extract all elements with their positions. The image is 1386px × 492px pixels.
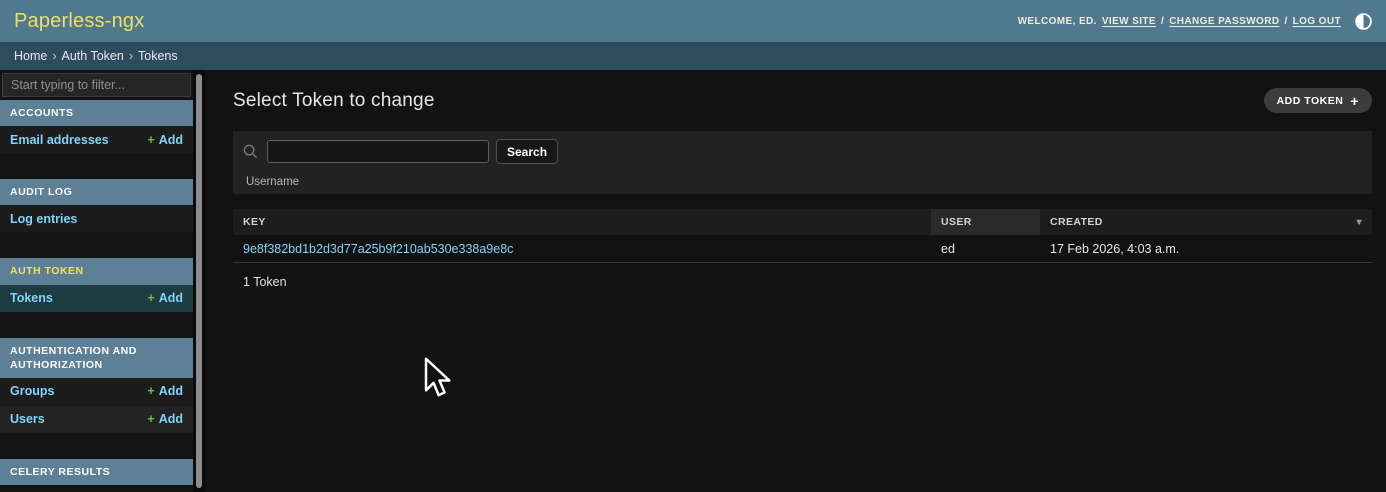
sidebar-section-accounts: ACCOUNTS Email addresses +Add (0, 100, 193, 154)
view-site-link[interactable]: VIEW SITE (1102, 16, 1156, 27)
sidebar-section-authentication: AUTHENTICATION AND AUTHORIZATION Groups … (0, 338, 193, 434)
column-header-key[interactable]: KEY (233, 209, 931, 235)
scrollbar-thumb[interactable] (196, 74, 202, 488)
user-tools: WELCOME, ED. VIEW SITE / CHANGE PASSWORD… (1018, 12, 1372, 30)
sort-caret-icon[interactable]: ▾ (1357, 217, 1362, 228)
sidebar-item-users[interactable]: Users +Add (0, 406, 193, 434)
breadcrumb-auth-token[interactable]: Auth Token (62, 49, 124, 63)
token-key-link[interactable]: 9e8f382bd1b2d3d77a25b9f210ab530e338a9e8c (243, 242, 513, 256)
section-header-auth-token: AUTH TOKEN (0, 258, 193, 284)
page-title: Select Token to change (233, 90, 435, 112)
sidebar-section-auth-token: AUTH TOKEN Tokens +Add (0, 258, 193, 312)
search-icon (243, 144, 258, 159)
plus-icon: + (1350, 94, 1359, 108)
add-email-address-link[interactable]: +Add (147, 133, 183, 147)
plus-icon: + (147, 291, 154, 305)
plus-icon: + (147, 133, 154, 147)
table-header-row: KEY USER CREATED ▾ (233, 209, 1372, 235)
sidebar-section-celery-results: CELERY RESULTS (0, 459, 193, 485)
sidebar-section-audit-log: AUDIT LOG Log entries (0, 179, 193, 233)
sidebar-item-tokens[interactable]: Tokens +Add (0, 285, 193, 313)
log-out-link[interactable]: LOG OUT (1293, 16, 1341, 27)
sidebar-filter-input[interactable] (2, 73, 191, 97)
section-header-accounts: ACCOUNTS (0, 100, 193, 126)
tokens-link[interactable]: Tokens (10, 291, 53, 305)
breadcrumb-home[interactable]: Home (14, 49, 47, 63)
sidebar-scrollbar[interactable] (193, 70, 205, 492)
cell-created: 17 Feb 2026, 4:03 a.m. (1040, 235, 1372, 262)
change-password-link[interactable]: CHANGE PASSWORD (1169, 16, 1279, 27)
add-user-link[interactable]: +Add (147, 412, 183, 426)
brand-link[interactable]: Paperless-ngx (14, 10, 144, 33)
sidebar-item-email-addresses[interactable]: Email addresses +Add (0, 126, 193, 154)
add-token-link[interactable]: +Add (147, 291, 183, 305)
main-content: Select Token to change ADD TOKEN + Searc… (205, 70, 1386, 492)
column-header-user[interactable]: USER (931, 209, 1040, 235)
sidebar-item-groups[interactable]: Groups +Add (0, 378, 193, 406)
column-header-created[interactable]: CREATED ▾ (1040, 209, 1372, 235)
cell-user: ed (931, 235, 1040, 262)
search-button[interactable]: Search (496, 139, 558, 164)
groups-link[interactable]: Groups (10, 384, 54, 398)
breadcrumb-current: Tokens (138, 49, 178, 63)
breadcrumb-separator: › (129, 49, 133, 63)
top-header: Paperless-ngx WELCOME, ED. VIEW SITE / C… (0, 0, 1386, 42)
result-count: 1 Token (233, 263, 1372, 289)
users-link[interactable]: Users (10, 412, 45, 426)
add-group-link[interactable]: +Add (147, 384, 183, 398)
separator: / (1161, 16, 1164, 27)
section-header-celery-results: CELERY RESULTS (0, 459, 193, 485)
cell-key: 9e8f382bd1b2d3d77a25b9f210ab530e338a9e8c (233, 235, 931, 262)
sidebar: ACCOUNTS Email addresses +Add AUDIT LOG … (0, 70, 193, 492)
plus-icon: + (147, 412, 154, 426)
welcome-text: WELCOME, ED. (1018, 16, 1097, 27)
breadcrumb-separator: › (52, 49, 56, 63)
sidebar-item-log-entries[interactable]: Log entries (0, 205, 193, 233)
theme-toggle-icon[interactable] (1354, 12, 1372, 30)
tokens-table: KEY USER CREATED ▾ 9e8f382bd1b2d3d77a25b… (233, 209, 1372, 289)
separator: / (1284, 16, 1287, 27)
add-token-button[interactable]: ADD TOKEN + (1264, 88, 1372, 113)
search-input[interactable] (267, 140, 489, 163)
table-row: 9e8f382bd1b2d3d77a25b9f210ab530e338a9e8c… (233, 235, 1372, 263)
email-addresses-link[interactable]: Email addresses (10, 133, 109, 147)
section-header-audit-log: AUDIT LOG (0, 179, 193, 205)
search-field-label: Username (246, 176, 1362, 188)
plus-icon: + (147, 384, 154, 398)
search-panel: Search Username (233, 131, 1372, 194)
breadcrumb: Home › Auth Token › Tokens (0, 42, 1386, 70)
section-header-authentication: AUTHENTICATION AND AUTHORIZATION (0, 338, 193, 378)
log-entries-link[interactable]: Log entries (10, 212, 77, 226)
